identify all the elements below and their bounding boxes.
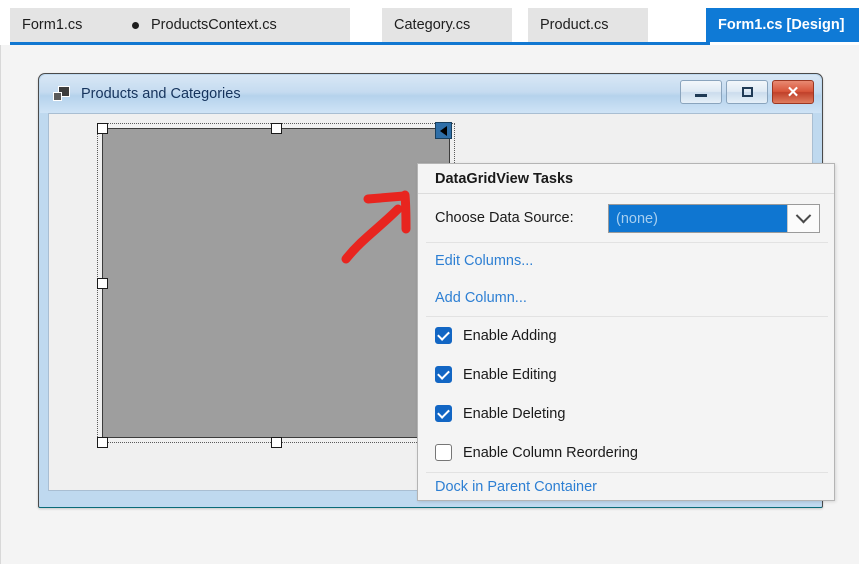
choose-data-source-label: Choose Data Source: (435, 210, 574, 226)
tab-label: ProductsContext.cs (151, 17, 277, 33)
selection-handle-bottom-center[interactable] (271, 437, 282, 448)
form-window-icon (53, 86, 71, 102)
close-button[interactable]: ✕ (772, 80, 814, 104)
chevron-down-shape (796, 208, 812, 224)
form-title-bar[interactable]: Products and Categories ✕ (40, 75, 821, 113)
editor-tab-strip: Form1.cs ProductsContext.cs Category.cs Pro… (0, 0, 859, 44)
checkbox-unchecked-icon[interactable] (435, 444, 452, 461)
add-column-link[interactable]: Add Column... (435, 290, 527, 306)
edit-columns-link[interactable]: Edit Columns... (435, 253, 533, 269)
enable-column-reordering-label: Enable Column Reordering (463, 445, 638, 461)
tab-label: Product.cs (540, 17, 609, 33)
form-title-text: Products and Categories (81, 86, 241, 102)
checkmark-icon (437, 328, 450, 341)
choose-data-source-value: (none) (609, 205, 787, 232)
tab-row: Form1.cs ProductsContext.cs Category.cs Pro… (0, 8, 859, 42)
window-control-buttons: ✕ (680, 80, 814, 104)
datagridview-control[interactable] (102, 128, 450, 438)
edit-columns-row[interactable]: Edit Columns... (418, 242, 834, 279)
selection-handle-bottom-left[interactable] (97, 437, 108, 448)
close-icon: ✕ (787, 85, 800, 100)
tab-label: Form1.cs [Design] (718, 17, 845, 33)
unsaved-changes-dot-icon (132, 22, 139, 29)
chevron-down-icon[interactable] (787, 205, 819, 232)
tab-label: Form1.cs (22, 17, 82, 33)
minimize-button[interactable] (680, 80, 722, 104)
enable-column-reordering-checkbox[interactable]: Enable Column Reordering (418, 433, 834, 472)
dock-in-parent-container-row[interactable]: Dock in Parent Container (418, 472, 834, 502)
checkmark-icon (437, 367, 450, 380)
selection-handle-middle-left[interactable] (97, 278, 108, 289)
tab-category-cs[interactable]: Category.cs (382, 8, 512, 42)
tasks-panel-header: DataGridView Tasks (418, 164, 834, 194)
checkmark-icon (437, 406, 450, 419)
enable-deleting-checkbox[interactable]: Enable Deleting (418, 394, 834, 433)
selection-handle-top-left[interactable] (97, 123, 108, 134)
datagridview-tasks-panel[interactable]: DataGridView Tasks Choose Data Source: (… (417, 163, 835, 501)
checkbox-checked-icon[interactable] (435, 327, 452, 344)
smart-tag-triangle-icon[interactable] (435, 122, 452, 139)
tab-product-cs[interactable]: Product.cs (528, 8, 648, 42)
choose-data-source-combobox[interactable]: (none) (608, 204, 820, 233)
choose-data-source-row: Choose Data Source: (none) (418, 194, 834, 242)
checkbox-checked-icon[interactable] (435, 405, 452, 422)
add-column-row[interactable]: Add Column... (418, 279, 834, 316)
enable-adding-label: Enable Adding (463, 328, 557, 344)
winforms-designer-surface[interactable]: Products and Categories ✕ (0, 45, 859, 564)
smart-tag-triangle-shape (440, 126, 447, 136)
tab-form1-cs-design[interactable]: Form1.cs [Design] (706, 8, 859, 42)
maximize-icon (742, 87, 753, 97)
enable-editing-label: Enable Editing (463, 367, 557, 383)
tasks-panel-title: DataGridView Tasks (435, 171, 573, 187)
tab-label: Category.cs (394, 17, 470, 33)
tab-form1-cs[interactable]: Form1.cs (10, 8, 120, 42)
enable-editing-checkbox[interactable]: Enable Editing (418, 355, 834, 394)
selection-handle-top-center[interactable] (271, 123, 282, 134)
enable-adding-checkbox[interactable]: Enable Adding (418, 316, 834, 355)
checkbox-checked-icon[interactable] (435, 366, 452, 383)
tab-productscontext-cs[interactable]: ProductsContext.cs (120, 8, 350, 42)
minimize-icon (695, 94, 707, 97)
dock-in-parent-container-link[interactable]: Dock in Parent Container (435, 479, 597, 495)
enable-deleting-label: Enable Deleting (463, 406, 565, 422)
form-icon-front-square (53, 92, 62, 101)
maximize-button[interactable] (726, 80, 768, 104)
